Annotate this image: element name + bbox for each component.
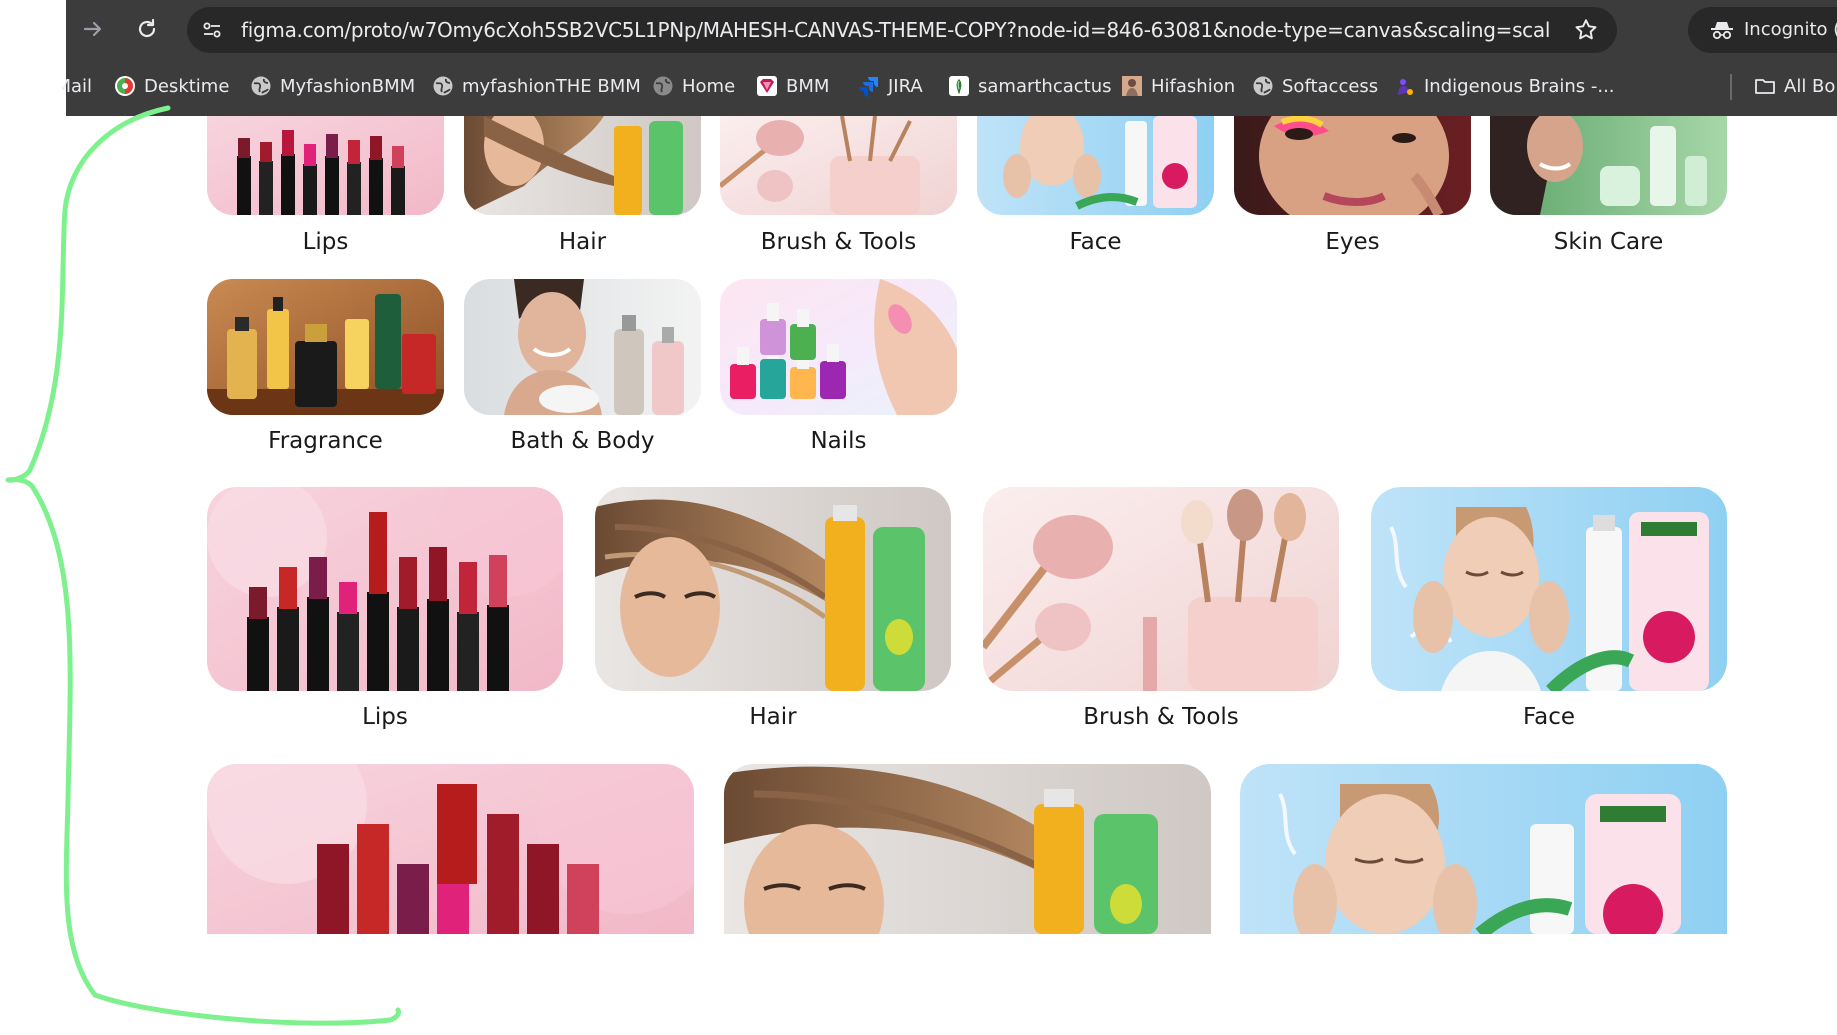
category-tile-skin-care[interactable] [1490, 116, 1727, 215]
url-text[interactable]: figma.com/proto/w7Omy6cXoh5SB2VC5L1PNp/M… [241, 7, 1551, 53]
bookmark-myfashionbmm[interactable]: MyfashionBMM [250, 70, 415, 102]
bookmark-label: Softaccess [1282, 75, 1379, 97]
face-wash-image [1240, 764, 1727, 934]
category-tile-nails[interactable] [720, 279, 957, 415]
bookmark-label: Hifashion [1151, 75, 1236, 97]
face-wash-image [977, 116, 1214, 215]
reload-button[interactable] [129, 11, 165, 47]
skin-care-image [1490, 116, 1727, 215]
bookmark-mail[interactable]: Mail [62, 70, 92, 102]
category-label: Eyes [1325, 229, 1380, 255]
bookmark-star-button[interactable] [1571, 15, 1601, 45]
shower-model-image [464, 279, 701, 415]
reload-icon [138, 18, 156, 38]
category-tile-fragrance[interactable] [207, 279, 444, 415]
banner-tile-lips-large[interactable] [207, 764, 694, 934]
forward-button[interactable] [75, 11, 111, 47]
bookmark-label: Indigenous Brains -... [1424, 75, 1615, 97]
bookmark-label: myfashionTHE BMM [462, 75, 641, 97]
bookmark-label: MyfashionBMM [280, 75, 416, 97]
bookmarks-bar: Mail Desktime MyfashionBMM myfashionTHE … [62, 66, 1837, 106]
category-label: Face [1069, 229, 1122, 255]
category-tile-brush-tools-medium[interactable] [983, 487, 1339, 691]
arrow-right-icon [83, 21, 102, 37]
nail-polish-image [720, 279, 957, 415]
site-settings-icon[interactable] [201, 19, 223, 41]
category-tile-lips[interactable] [207, 116, 444, 215]
category-tile-hair-medium[interactable] [595, 487, 951, 691]
bmm-icon [757, 76, 777, 96]
globe-icon [653, 76, 673, 96]
bookmark-label: Desktime [144, 75, 230, 97]
category-label: Face [1522, 704, 1575, 730]
hair-model-image [724, 764, 1211, 934]
category-tile-face-medium[interactable] [1371, 487, 1727, 691]
category-label: Brush & Tools [1083, 704, 1239, 730]
category-label: Bath & Body [510, 428, 655, 454]
bookmark-bmm[interactable]: BMM [756, 70, 829, 102]
incognito-badge[interactable]: Incognito (2 [1688, 7, 1837, 53]
brushes-image [983, 487, 1339, 691]
hair-model-image [595, 487, 951, 691]
bookmark-home[interactable]: Home [652, 70, 735, 102]
address-bar[interactable]: figma.com/proto/w7Omy6cXoh5SB2VC5L1PNp/M… [187, 7, 1617, 53]
category-tile-bath-body[interactable] [464, 279, 701, 415]
bookmark-samarthcactus[interactable]: samarthcactus [948, 70, 1112, 102]
category-label: Fragrance [268, 428, 383, 454]
indigenous-icon [1398, 79, 1413, 95]
hair-model-image [464, 116, 701, 215]
incognito-label: Incognito (2 [1744, 19, 1837, 40]
category-label: Skin Care [1553, 229, 1664, 255]
banner-tile-hair-large[interactable] [724, 764, 1211, 934]
bookmark-label: samarthcactus [978, 75, 1112, 97]
desktime-icon [115, 76, 135, 96]
banner-tile-face-large[interactable] [1240, 764, 1727, 934]
lipstick-image [207, 764, 694, 934]
bookmark-label: All Bo [1784, 75, 1836, 97]
category-tile-face[interactable] [977, 116, 1214, 215]
globe-icon [433, 76, 453, 96]
bookmarks-separator [1730, 74, 1732, 100]
bookmark-label: BMM [786, 75, 830, 97]
lipstick-image [207, 116, 444, 215]
bookmark-all-bookmarks[interactable]: All Bo [1754, 70, 1835, 102]
hifashion-icon [1122, 76, 1142, 96]
category-tile-lips-medium[interactable] [207, 487, 563, 691]
browser-chrome: figma.com/proto/w7Omy6cXoh5SB2VC5L1PNp/M… [62, 0, 1837, 116]
bookmark-jira[interactable]: JIRA [858, 70, 923, 102]
category-tile-eyes[interactable] [1234, 116, 1471, 215]
bookmark-indigenous-brains[interactable]: Indigenous Brains -... [1394, 70, 1615, 102]
category-label: Nails [810, 428, 867, 454]
bookmark-desktime[interactable]: Desktime [114, 70, 229, 102]
bookmark-label: Mail [62, 75, 92, 97]
category-tile-hair[interactable] [464, 116, 701, 215]
folder-icon [1755, 79, 1775, 94]
category-label: Lips [362, 704, 408, 730]
jira-icon [859, 77, 878, 97]
figma-prototype-canvas: Lips Hair Brush & Tools Face Eyes Skin C… [0, 116, 1837, 1035]
globe-icon [251, 76, 271, 96]
bookmark-softaccess[interactable]: Softaccess [1252, 70, 1378, 102]
face-wash-image [1371, 487, 1727, 691]
perfume-bottles-image [207, 279, 444, 415]
category-tile-brush-tools[interactable] [720, 116, 957, 215]
bookmark-hifashion[interactable]: Hifashion [1121, 70, 1235, 102]
star-icon [1575, 19, 1597, 40]
category-label: Hair [558, 229, 607, 255]
globe-icon [1253, 76, 1273, 96]
incognito-icon [1711, 22, 1733, 40]
brushes-image [720, 116, 957, 215]
lipstick-image [207, 487, 563, 691]
bookmark-label: JIRA [888, 75, 923, 97]
eye-makeup-image [1234, 116, 1471, 215]
cactus-icon [949, 76, 969, 96]
category-label: Brush & Tools [760, 229, 917, 255]
category-label: Lips [302, 229, 349, 255]
bookmark-myfashionthebmm[interactable]: myfashionTHE BMM [432, 70, 641, 102]
category-label: Hair [749, 704, 797, 730]
bookmark-label: Home [682, 75, 736, 97]
